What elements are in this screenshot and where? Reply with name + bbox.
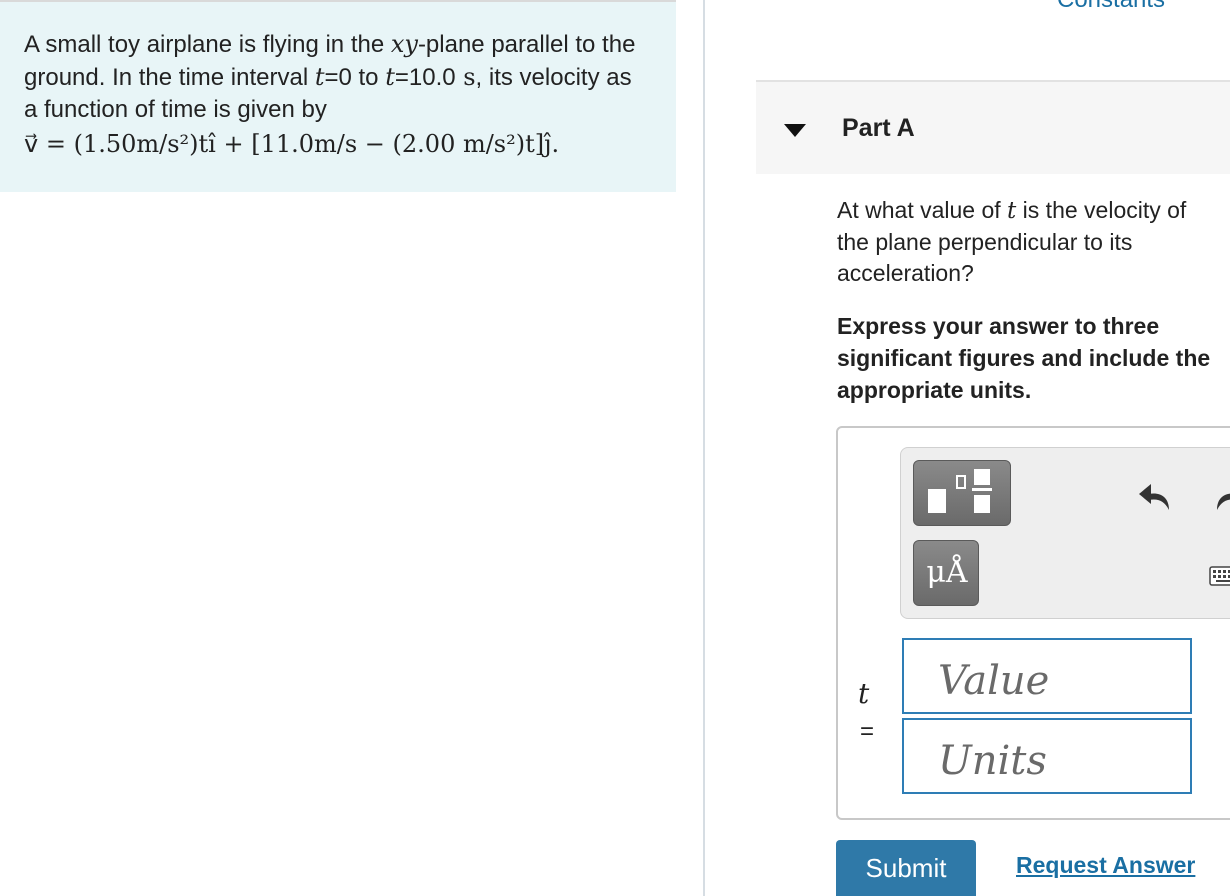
collapse-triangle-icon[interactable]	[784, 124, 806, 137]
units-input[interactable]	[902, 718, 1192, 794]
velocity-equation: v⃗ = (1.50m/s²)tî + [11.0m/s − (2.00 m/s…	[24, 130, 560, 158]
equals-sign: =	[860, 718, 875, 745]
problem-text-part: =0 to	[324, 64, 386, 91]
question-text: At what value of t is the velocity of th…	[837, 195, 1230, 289]
undo-icon[interactable]	[1135, 476, 1175, 516]
question-part: At what value of	[837, 197, 1008, 223]
keyboard-icon[interactable]	[1209, 566, 1230, 586]
unit-seconds: s	[455, 63, 476, 91]
part-a-header[interactable]: Part A	[756, 80, 1230, 174]
problem-text-part: A small toy airplane is flying in the	[24, 31, 391, 58]
value-input[interactable]	[902, 638, 1192, 714]
variable-t: t	[385, 63, 395, 91]
submit-button[interactable]: Submit	[836, 840, 976, 896]
answer-instructions: Express your answer to three significant…	[837, 313, 1211, 403]
templates-button[interactable]	[913, 460, 1011, 526]
constants-link[interactable]: Constants	[1057, 0, 1165, 14]
math-toolbar: μÅ	[900, 447, 1230, 619]
part-title: Part A	[842, 114, 915, 142]
units-button-label: μÅ	[926, 555, 968, 590]
panel-divider	[703, 0, 705, 896]
answer-variable-label: t	[858, 677, 870, 710]
question-part: is the velocity of	[1016, 197, 1187, 223]
question-variable-t: t	[1007, 198, 1017, 224]
request-answer-link[interactable]: Request Answer	[1016, 852, 1195, 879]
problem-text: A small toy airplane is flying in the xy…	[24, 28, 650, 126]
question-line: acceleration?	[837, 260, 974, 286]
redo-icon[interactable]	[1211, 476, 1230, 516]
variable-xy: xy	[390, 30, 418, 58]
problem-statement: A small toy airplane is flying in the xy…	[0, 2, 676, 192]
units-button[interactable]: μÅ	[913, 540, 979, 606]
question-line: At what value of t is the velocity of	[837, 195, 1230, 227]
question-line: the plane perpendicular to its	[837, 229, 1133, 255]
problem-text-part: =10.0	[394, 64, 456, 91]
